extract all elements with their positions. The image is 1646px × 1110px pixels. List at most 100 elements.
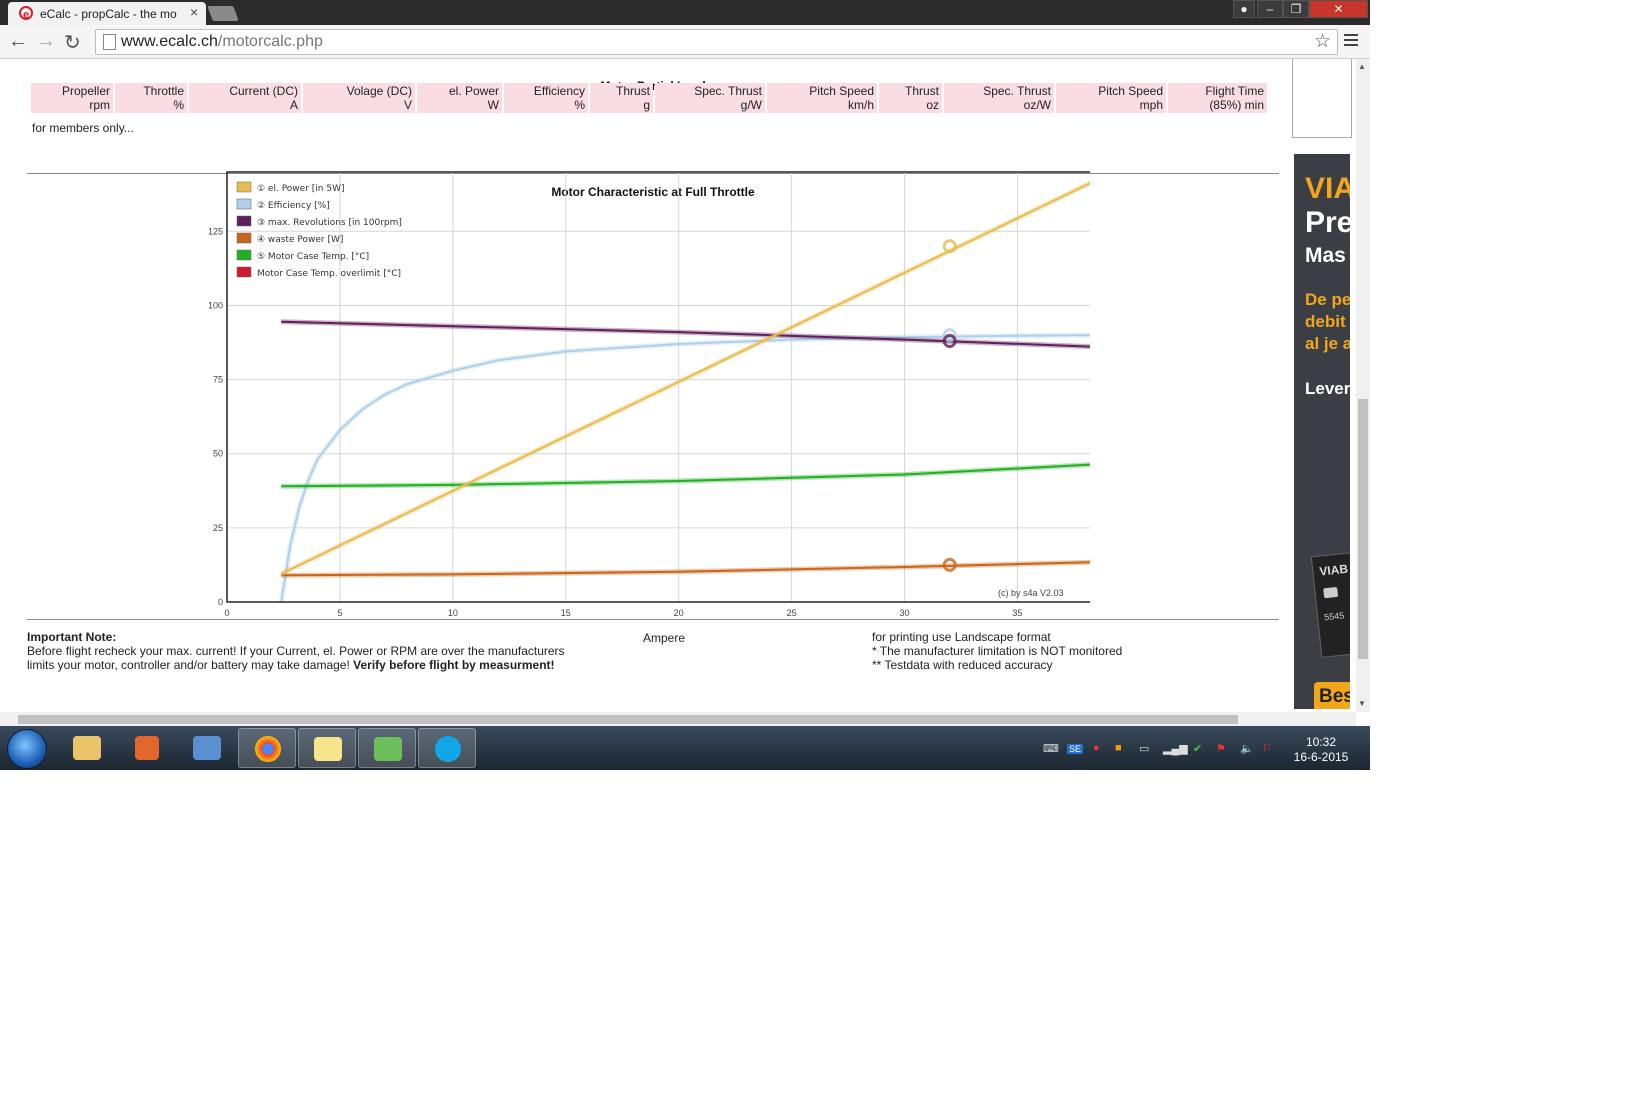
scroll-down-arrow-icon[interactable]: ▼ [1358,699,1366,708]
scroll-up-arrow-icon[interactable]: ▲ [1358,62,1366,71]
table-column-header: Efficiency% [504,83,588,113]
table-column-header: el. Power W [417,83,502,113]
ad-body: De pe debit al je a [1305,290,1350,353]
x-tick-label: 30 [900,608,910,618]
new-tab-button[interactable] [207,6,239,21]
x-tick-label: 35 [1012,608,1022,618]
sticky-notes-icon[interactable] [298,728,356,768]
manufacturer-note: * The manufacturer limitation is NOT mon… [872,644,1123,658]
legend-swatch [236,249,252,261]
series-line [280,334,1090,603]
language-tray-icon[interactable]: SE [1067,744,1084,754]
legend-swatch [236,266,252,278]
credit-card-image: VIAB 5545 [1310,552,1350,658]
y-tick-label: 125 [208,226,223,236]
legend-swatch [236,198,252,210]
browser-tab[interactable]: e eCalc - propCalc - the mo × [8,2,206,25]
windows-taskbar: ⌨ SE ● ■ ▭ ▂▄▆ ✔ ⚑ 🔈 ⚐ 10:32 16-6-2015 [0,726,1370,770]
legend-swatch [236,232,252,244]
remote-app-icon[interactable] [178,728,236,768]
chrome-menu-icon[interactable] [1344,34,1358,49]
volume-tray-icon[interactable]: 🔈 [1240,742,1254,755]
ad-subheadline: Mas [1305,244,1346,267]
testdata-note: ** Testdata with reduced accuracy [872,658,1053,672]
members-only-text: for members only... [32,121,134,135]
browser-window: e eCalc - propCalc - the mo × ● – ❐ ✕ ← … [0,0,1370,770]
page-content: Motor Partial Load Propeller rpm Throttle%… [0,59,1357,712]
keyboard-tray-icon[interactable]: ⌨ [1043,742,1059,755]
horizontal-scrollbar[interactable] [0,712,1356,726]
partial-load-table: Propeller rpm Throttle% Current (DC) A Volage… [29,83,1269,113]
table-column-header: Thrust oz [879,83,942,113]
legend-swatch [236,215,252,227]
x-tick-label: 25 [787,608,797,618]
ad-order-button[interactable]: Bes [1314,682,1350,709]
vertical-scrollbar[interactable]: ▲ ▼ [1356,59,1370,712]
important-note-line2: limits your motor, controller and/or bat… [27,658,555,672]
legend-swatch [236,181,252,193]
signal-tray-icon[interactable]: ▂▄▆ [1163,742,1188,755]
x-tick-label: 0 [224,608,229,618]
series-line-shadow [281,462,1090,489]
motor-characteristic-chart: 051015202530350255075100125 ②③⑤④① ① el. … [208,171,1090,645]
browser-toolbar: ← → ↻ www.ecalc.ch/motorcalc.php ☆ [0,25,1370,59]
tab-close-button[interactable]: × [190,4,198,20]
address-bar[interactable]: www.ecalc.ch/motorcalc.php ☆ [95,29,1338,55]
series-line-shadow [281,559,1090,578]
verify-note: Verify before flight by measurment! [353,658,555,672]
user-profile-icon[interactable]: ● [1233,0,1255,18]
page-icon [103,34,116,50]
table-column-header: Current (DC) A [189,83,301,113]
x-tick-label: 5 [337,608,342,618]
y-tick-label: 25 [213,523,223,533]
minimize-button[interactable]: – [1257,0,1283,18]
tab-title: eCalc - propCalc - the mo [40,7,177,21]
ad-footer: Lever [1305,379,1350,398]
check-tray-icon[interactable]: ✔ [1193,742,1202,755]
y-tick-label: 75 [213,375,223,385]
horizontal-scroll-thumb[interactable] [18,715,1238,724]
x-tick-label: 15 [561,608,571,618]
update-tray-icon[interactable]: ■ [1115,742,1122,754]
legend-entry: ③ max. Revolutions [in 100rpm] [257,218,402,228]
file-explorer-icon[interactable] [58,728,116,768]
printing-note: for printing use Landscape format [872,630,1051,644]
action-center-tray-icon[interactable]: ⚐ [1262,742,1272,755]
usb-tray-icon[interactable]: ⚑ [1216,742,1226,755]
legend-entry: ① el. Power [in 5W] [257,184,344,194]
legend-entry: ② Efficiency [%] [257,201,330,211]
reload-icon[interactable]: ↻ [64,30,81,55]
table-column-header: Flight Time (85%) min [1168,83,1267,113]
table-column-header: Volage (DC) V [303,83,415,113]
vertical-scroll-thumb[interactable] [1358,399,1368,659]
card-chip-icon [1323,586,1339,599]
ad-headline: Pre [1305,206,1350,239]
media-player-icon[interactable] [118,728,176,768]
important-note-title: Important Note: [27,630,117,644]
table-column-header: Spec. Thrust oz/W [944,83,1054,113]
series-line-shadow [278,332,1090,603]
table-column-header: Pitch Speed km/h [767,83,877,113]
ecalc-favicon-icon: e [19,6,33,21]
start-button-icon[interactable] [7,729,47,769]
table-column-header: Pitch Speed mph [1056,83,1166,113]
forward-arrow-icon[interactable]: → [36,30,56,53]
url-text: www.ecalc.ch/motorcalc.php [121,33,323,50]
bookmark-star-icon[interactable]: ☆ [1314,30,1331,53]
table-column-header: Thrust g [590,83,653,113]
network-tray-icon[interactable]: ▭ [1139,742,1149,755]
ad-brand: VIA [1305,172,1350,205]
security-tray-icon[interactable]: ● [1093,742,1100,754]
messenger-icon[interactable] [358,728,416,768]
maximize-button[interactable]: ❐ [1283,0,1309,18]
table-column-header: Propeller rpm [31,83,113,113]
legend-entry: ④ waste Power [W] [257,235,343,245]
close-window-button[interactable]: ✕ [1309,0,1368,18]
skype-icon[interactable] [418,728,476,768]
chart-copyright: (c) by s4a V2.03 [998,588,1064,598]
advertisement-banner[interactable]: VIA Pre Mas De pe debit al je a Lever VIAB… [1294,154,1350,709]
chrome-taskbar-icon[interactable] [238,728,296,768]
back-arrow-icon[interactable]: ← [8,30,28,53]
system-clock[interactable]: 10:32 16-6-2015 [1291,735,1351,765]
legend-entry: ⑤ Motor Case Temp. [°C] [257,252,369,262]
